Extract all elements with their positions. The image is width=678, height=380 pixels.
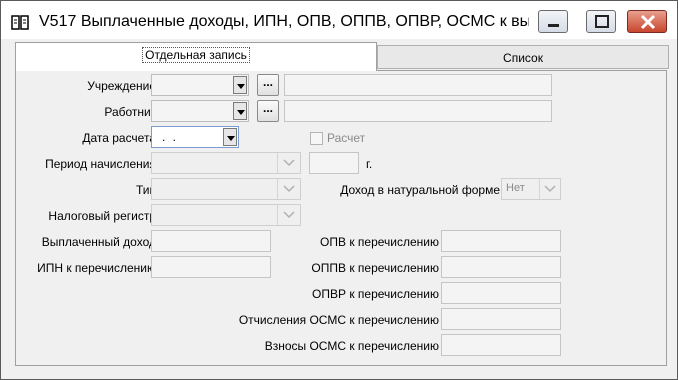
tab-list-label: Список [503, 51, 543, 65]
osms-deductions-field[interactable] [441, 308, 561, 330]
calc-date-label: Дата расчета [82, 131, 156, 145]
period-year-field[interactable] [309, 152, 359, 174]
tab-single-record[interactable]: Отдельная запись [15, 42, 377, 71]
chevron-down-icon[interactable] [277, 179, 300, 199]
paid-income-label: Выплаченный доход [41, 235, 156, 249]
natural-income-label: Доход в натуральной форме [340, 183, 500, 197]
natural-income-value: Нет [506, 182, 525, 194]
oppv-label: ОППВ к перечислению [311, 261, 439, 275]
close-button[interactable] [627, 10, 667, 33]
type-combo[interactable] [151, 178, 301, 200]
institution-code-combo[interactable] [151, 74, 249, 96]
book-icon [11, 15, 29, 31]
opv-field[interactable] [441, 230, 561, 252]
employee-browse-button[interactable]: ... [257, 100, 279, 122]
chevron-down-icon[interactable] [277, 153, 300, 173]
chevron-down-icon[interactable] [233, 102, 247, 120]
minimize-button[interactable] [538, 10, 568, 33]
osms-contributions-field[interactable] [441, 334, 561, 356]
period-combo[interactable] [151, 152, 301, 174]
ipn-label: ИПН к перечислению [37, 261, 156, 275]
osms-contributions-label: Взносы ОСМС к перечислению [264, 339, 439, 353]
institution-label: Учреждение [87, 79, 156, 93]
tab-single-record-label: Отдельная запись [142, 47, 250, 63]
title-bar[interactable]: V517 Выплаченные доходы, ИПН, ОПВ, ОППВ,… [1, 1, 677, 39]
opvr-field[interactable] [441, 282, 561, 304]
record-panel: Учреждение ... Работник ... Дата расчета… [15, 70, 667, 366]
close-icon [640, 14, 656, 30]
chevron-down-icon[interactable] [233, 76, 247, 94]
chevron-down-icon[interactable] [539, 179, 560, 199]
maximize-icon [595, 15, 609, 28]
paid-income-field[interactable] [151, 230, 271, 252]
ipn-field[interactable] [151, 256, 271, 278]
tax-register-combo[interactable] [151, 204, 301, 226]
year-suffix-label: г. [366, 157, 373, 171]
period-label: Период начисления [45, 157, 156, 171]
institution-name-field [284, 74, 552, 96]
opvr-label: ОПВР к перечислению [312, 287, 439, 301]
natural-income-select[interactable]: Нет [501, 178, 561, 200]
employee-label: Работник [104, 105, 156, 119]
tax-register-label: Налоговый регистр [48, 209, 156, 223]
institution-browse-button[interactable]: ... [257, 74, 279, 96]
window-title: V517 Выплаченные доходы, ИПН, ОПВ, ОППВ,… [39, 13, 529, 30]
minimize-icon [548, 24, 559, 27]
tab-list[interactable]: Список [377, 45, 669, 69]
calc-checkbox-label: Расчет [327, 131, 366, 145]
calc-checkbox[interactable] [310, 132, 323, 145]
employee-code-combo[interactable] [151, 100, 249, 122]
maximize-button[interactable] [586, 10, 616, 33]
calc-date-picker[interactable]: . . [151, 126, 239, 148]
app-window: V517 Выплаченные доходы, ИПН, ОПВ, ОППВ,… [0, 0, 678, 380]
calc-date-value: . . [162, 130, 179, 144]
chevron-down-icon[interactable] [223, 128, 237, 146]
osms-deductions-label: Отчисления ОСМС к перечислению [238, 313, 439, 327]
employee-name-field [284, 100, 552, 122]
client-area: Отдельная запись Список Учреждение ... Р… [9, 40, 669, 368]
chevron-down-icon[interactable] [277, 205, 300, 225]
oppv-field[interactable] [441, 256, 561, 278]
opv-label: ОПВ к перечислению [320, 235, 439, 249]
